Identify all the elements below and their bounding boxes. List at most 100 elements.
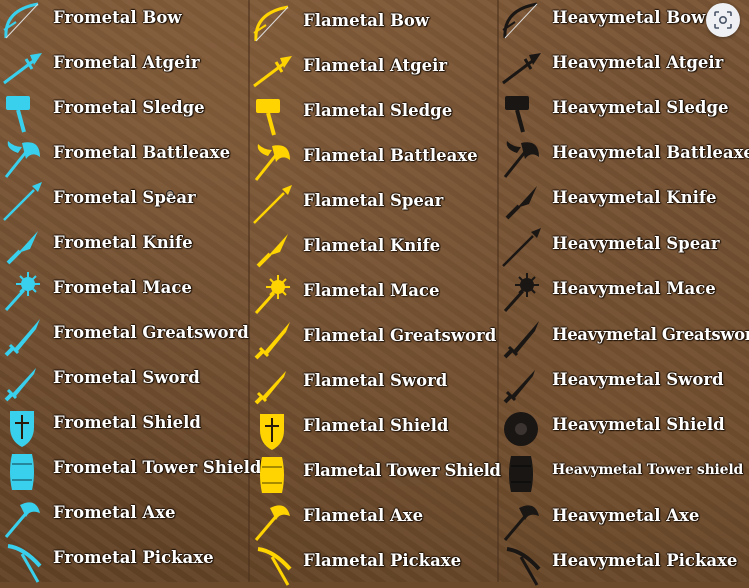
- frometal-item: Frometal Pickaxe: [0, 540, 248, 585]
- sledge-icon: [250, 93, 294, 137]
- item-label: Flametal Battleaxe: [303, 146, 478, 165]
- tower-shield-icon: [499, 452, 543, 496]
- heavymetal-column: Heavymetal Bow Heavymetal Atgeir Heavymeta…: [499, 0, 749, 586]
- atgeir-icon: [0, 45, 44, 89]
- pickaxe-icon: [0, 540, 44, 584]
- item-label: Heavymetal Sledge: [552, 98, 729, 117]
- flametal-item: Flametal Sword: [250, 363, 497, 408]
- battleaxe-icon: [0, 135, 44, 179]
- frometal-item: Frometal Bow: [0, 0, 248, 45]
- weapon-chart: Frometal Bow Frometal Atgeir Frometal Sled…: [0, 0, 749, 586]
- frometal-item: Frometal Sword: [0, 360, 248, 405]
- heavymetal-item: Heavymetal Battleaxe: [499, 135, 749, 180]
- item-label: Frometal Atgeir: [53, 53, 200, 72]
- item-label: Heavymetal Bow: [552, 8, 706, 27]
- greatsword-icon: [499, 317, 543, 361]
- pickaxe-icon: [250, 543, 294, 587]
- sword-icon: [0, 360, 44, 404]
- frometal-item: Frometal Mace: [0, 270, 248, 315]
- visual-search-button[interactable]: [706, 3, 740, 37]
- axe-icon: [250, 498, 294, 542]
- item-label: Flametal Shield: [303, 416, 449, 435]
- axe-icon: [0, 495, 44, 539]
- item-label: Flametal Greatsword: [303, 326, 497, 345]
- pickaxe-icon: [499, 543, 543, 587]
- shield-icon: [0, 405, 44, 449]
- item-label: Heavymetal Mace: [552, 279, 716, 298]
- item-label: Heavymetal Shield: [552, 415, 725, 434]
- knife-icon: [499, 180, 543, 224]
- item-label: Flametal Mace: [303, 281, 440, 300]
- item-label: Flametal Spear: [303, 191, 444, 210]
- heavymetal-item: Heavymetal Axe: [499, 498, 749, 543]
- item-label: Frometal Sledge: [53, 98, 205, 117]
- item-label: Heavymetal Atgeir: [552, 53, 724, 72]
- atgeir-icon: [250, 48, 294, 92]
- item-label: Frometal Bow: [53, 8, 182, 27]
- item-label: Flametal Atgeir: [303, 56, 448, 75]
- item-label: Frometal Battleaxe: [53, 143, 231, 162]
- item-label: Flametal Knife: [303, 236, 441, 255]
- flametal-item: Flametal Atgeir: [250, 48, 497, 93]
- axe-icon: [499, 498, 543, 542]
- flametal-item: Flametal Knife: [250, 228, 497, 273]
- item-label: Heavymetal Pickaxe: [552, 551, 738, 570]
- frometal-item: Frometal Sledge: [0, 90, 248, 135]
- frometal-item: Frometal Greatsword: [0, 315, 249, 360]
- atgeir-icon: [499, 45, 543, 89]
- item-label: Frometal Axe: [53, 503, 176, 522]
- knife-icon: [250, 228, 294, 272]
- flametal-item: Flametal Mace: [250, 273, 497, 318]
- spear-icon: [250, 183, 294, 227]
- bow-icon: [0, 0, 44, 44]
- sledge-icon: [0, 90, 44, 134]
- item-label: Frometal Spear: [53, 188, 196, 207]
- heavymetal-item: Heavymetal Atgeir: [499, 45, 749, 90]
- spear-icon: [499, 226, 543, 270]
- knife-icon: [0, 225, 44, 269]
- flametal-item: Flametal Tower Shield: [250, 453, 501, 498]
- item-label: Heavymetal Greatsword: [552, 325, 749, 344]
- item-label: Heavymetal Axe: [552, 506, 700, 525]
- sword-icon: [499, 362, 543, 406]
- round-shield-icon: [499, 407, 543, 451]
- item-label: Flametal Sword: [303, 371, 448, 390]
- flametal-item: Flametal Axe: [250, 498, 497, 543]
- frometal-item: Frometal Tower Shield: [0, 450, 261, 495]
- frometal-item: Frometal Shield: [0, 405, 248, 450]
- item-label: Flametal Axe: [303, 506, 424, 525]
- flametal-item: Flametal Sledge: [250, 93, 497, 138]
- greatsword-icon: [250, 318, 294, 362]
- sledge-icon: [499, 90, 543, 134]
- tower-shield-icon: [250, 453, 294, 497]
- item-label: Heavymetal Spear: [552, 234, 720, 253]
- item-label: Frometal Tower Shield: [53, 458, 262, 477]
- heavymetal-item: Heavymetal Pickaxe: [499, 543, 749, 588]
- frometal-item: Frometal Spear: [0, 180, 248, 225]
- item-label: Frometal Sword: [53, 368, 200, 387]
- heavymetal-item: Heavymetal Knife: [499, 180, 749, 225]
- frometal-column: Frometal Bow Frometal Atgeir Frometal Sled…: [0, 0, 261, 585]
- flametal-item: Flametal Shield: [250, 408, 497, 453]
- frometal-item: Frometal Knife: [0, 225, 248, 270]
- battleaxe-icon: [499, 135, 543, 179]
- item-label: Frometal Shield: [53, 413, 201, 432]
- item-label: Flametal Sledge: [303, 101, 453, 120]
- bow-icon: [250, 3, 294, 47]
- frometal-item: Frometal Battleaxe: [0, 135, 248, 180]
- bow-icon: [499, 0, 543, 44]
- heavymetal-item: Heavymetal Shield: [499, 407, 749, 452]
- heavymetal-item: Heavymetal Mace: [499, 271, 749, 316]
- item-label: Frometal Mace: [53, 278, 192, 297]
- mace-icon: [250, 273, 294, 317]
- mouse-cursor: [166, 190, 174, 198]
- mace-icon: [0, 270, 44, 314]
- item-label: Flametal Tower Shield: [303, 461, 501, 480]
- flametal-item: Flametal Spear: [250, 183, 497, 228]
- tower-shield-icon: [0, 450, 44, 494]
- item-label: Heavymetal Tower shield: [552, 462, 744, 478]
- battleaxe-icon: [250, 138, 294, 182]
- flametal-item: Flametal Battleaxe: [250, 138, 497, 183]
- greatsword-icon: [0, 315, 44, 359]
- item-label: Flametal Bow: [303, 11, 430, 30]
